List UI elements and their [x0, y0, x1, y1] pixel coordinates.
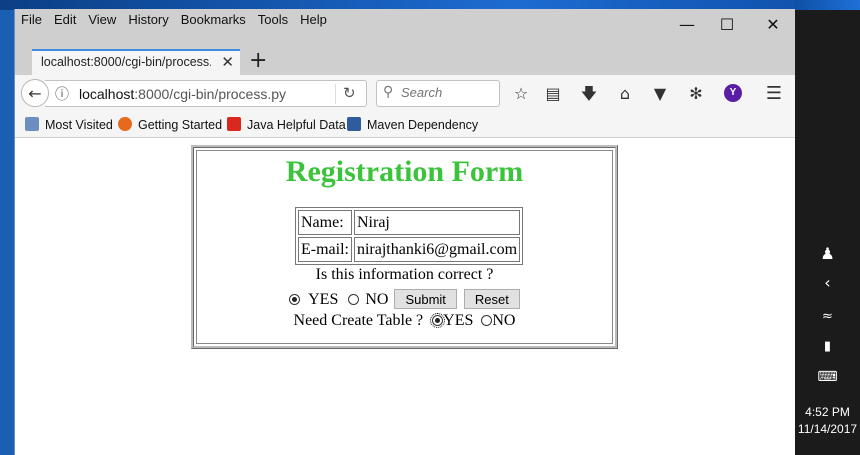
name-label: Name:: [298, 210, 352, 235]
url-text[interactable]: localhost:8000/cgi-bin/process.py: [79, 86, 286, 102]
tab-title: localhost:8000/cgi-bin/process.py: [41, 55, 211, 69]
extension-icon[interactable]: ✻: [685, 83, 707, 105]
pocket-icon[interactable]: ▼: [649, 83, 671, 105]
radio-yes[interactable]: [289, 294, 301, 305]
radio-no[interactable]: [348, 294, 360, 305]
hamburger-menu-icon[interactable]: ☰: [763, 83, 785, 105]
menu-tools[interactable]: Tools: [258, 12, 288, 27]
bookmark-java-helpful-data[interactable]: Java Helpful Data: [227, 117, 346, 132]
info-icon[interactable]: ⓘ: [55, 84, 69, 104]
reset-button[interactable]: Reset: [463, 289, 520, 309]
maven-icon: [347, 117, 361, 131]
menu-bookmarks[interactable]: Bookmarks: [181, 12, 246, 27]
bookmark-maven-dependency[interactable]: Maven Dependency: [347, 117, 478, 132]
radio-no-label: NO: [365, 291, 389, 308]
table-row-question: Need Create Table ? YES NO: [197, 312, 612, 330]
submit-button[interactable]: Submit: [394, 289, 457, 309]
form-table: Name: Niraj E-mail: nirajthanki6@gmail.c…: [295, 207, 524, 265]
close-tab-icon[interactable]: ✕: [221, 53, 234, 71]
reading-list-icon[interactable]: ▤: [542, 83, 564, 105]
search-input[interactable]: [401, 85, 493, 100]
radio-table-no-label: NO: [492, 312, 516, 329]
menu-bar: File Edit View History Bookmarks Tools H…: [15, 9, 796, 49]
registration-form: Registration Form Name: Niraj E-mail: ni…: [191, 145, 618, 349]
confirm-question: Is this information correct ?: [315, 266, 494, 283]
radio-table-yes[interactable]: [430, 313, 446, 328]
battery-icon[interactable]: ▮: [795, 337, 860, 357]
reload-icon[interactable]: ↻: [343, 84, 356, 102]
tab-process-py[interactable]: localhost:8000/cgi-bin/process.py ✕: [32, 49, 240, 75]
table-row: Name: Niraj: [298, 210, 521, 235]
url-separator: [335, 84, 336, 104]
back-button[interactable]: ←: [21, 79, 49, 107]
clock-date: 11/14/2017: [797, 422, 858, 436]
account-badge[interactable]: Y: [724, 84, 742, 102]
form-title: Registration Form: [285, 155, 524, 188]
tab-bar: localhost:8000/cgi-bin/process.py ✕ +: [15, 49, 796, 75]
navigation-bar: ⓘ localhost:8000/cgi-bin/process.py ↻ ← …: [15, 75, 796, 113]
table-row: E-mail: nirajthanki6@gmail.com: [298, 237, 521, 262]
email-value: nirajthanki6@gmail.com: [353, 237, 521, 262]
radio-table-yes-label: YES: [443, 312, 474, 329]
chevron-left-icon[interactable]: ‹: [795, 273, 860, 293]
people-icon[interactable]: ♟: [795, 244, 860, 264]
name-value: Niraj: [353, 210, 521, 235]
new-tab-button[interactable]: +: [249, 49, 267, 73]
close-window-button[interactable]: ✕: [750, 13, 796, 37]
firefox-icon: [118, 117, 132, 131]
page-content: Registration Form Name: Niraj E-mail: ni…: [15, 138, 796, 455]
form-inner-border: Registration Form Name: Niraj E-mail: ni…: [196, 150, 613, 344]
table-question-label: Need Create Table ?: [293, 312, 424, 329]
bookmark-getting-started[interactable]: Getting Started: [118, 117, 222, 132]
download-icon[interactable]: 🡇: [578, 83, 600, 105]
bookmark-most-visited[interactable]: Most Visited: [25, 117, 113, 132]
home-icon[interactable]: ⌂: [614, 83, 636, 105]
bookmarks-toolbar: Most Visited Getting Started Java Helpfu…: [15, 113, 796, 138]
menu-file[interactable]: File: [21, 12, 42, 27]
taskbar-clock[interactable]: 4:52 PM 11/14/2017: [795, 404, 860, 438]
confirm-row: YES NO Submit Reset: [197, 289, 612, 309]
taskbar-top-strip: [795, 0, 860, 10]
bookmark-star-icon[interactable]: ☆: [510, 83, 532, 105]
wifi-icon[interactable]: ≈: [795, 307, 860, 327]
search-bar[interactable]: ⚲: [376, 80, 500, 107]
keyboard-icon[interactable]: ⌨: [795, 367, 860, 387]
radio-yes-label: YES: [308, 291, 339, 308]
oracle-icon: [227, 117, 241, 131]
menu-edit[interactable]: Edit: [54, 12, 76, 27]
browser-window: File Edit View History Bookmarks Tools H…: [14, 9, 796, 455]
taskbar: ♟ ‹ ≈ ▮ ⌨ 4:52 PM 11/14/2017: [795, 0, 860, 455]
menu-history[interactable]: History: [128, 12, 168, 27]
maximize-button[interactable]: ☐: [704, 13, 750, 37]
search-icon: ⚲: [383, 84, 394, 100]
email-label: E-mail:: [298, 237, 352, 262]
clock-time: 4:52 PM: [805, 405, 850, 419]
radio-table-no[interactable]: [481, 315, 493, 326]
menu-help[interactable]: Help: [300, 12, 327, 27]
url-bar[interactable]: ⓘ localhost:8000/cgi-bin/process.py ↻: [45, 80, 367, 107]
most-visited-icon: [25, 117, 39, 131]
menu-view[interactable]: View: [88, 12, 116, 27]
